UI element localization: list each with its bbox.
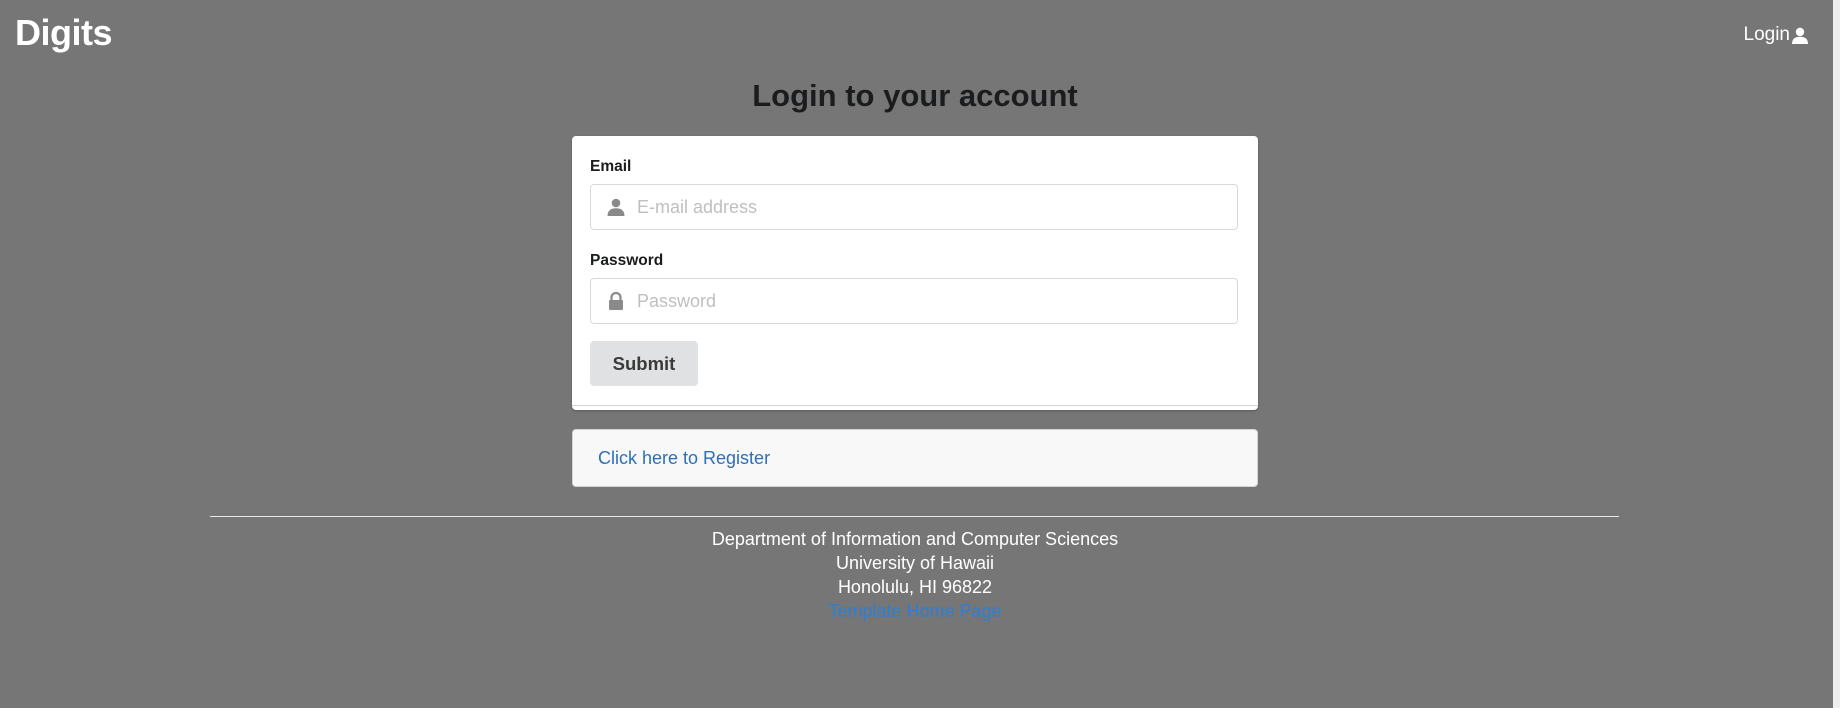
email-field-wrapper <box>590 184 1238 230</box>
login-form-card: Email Password Submit <box>572 136 1258 410</box>
page-title: Login to your account <box>752 78 1078 113</box>
password-field-wrapper <box>590 278 1238 324</box>
password-input[interactable] <box>637 279 1227 323</box>
password-label: Password <box>590 252 664 269</box>
user-icon <box>606 197 626 217</box>
submit-button[interactable]: Submit <box>590 341 698 386</box>
footer: Department of Information and Computer S… <box>0 527 1830 623</box>
footer-address: Honolulu, HI 96822 <box>837 577 993 597</box>
footer-department: Department of Information and Computer S… <box>711 529 1119 549</box>
template-home-link[interactable]: Template Home Page <box>0 599 1830 623</box>
footer-divider <box>210 516 1619 517</box>
footer-university: University of Hawaii <box>835 553 995 573</box>
login-menu-button[interactable]: Login <box>1744 24 1810 46</box>
brand-logo[interactable]: Digits <box>15 12 113 54</box>
user-icon <box>1792 27 1808 44</box>
scrollbar[interactable] <box>1833 0 1840 708</box>
login-label: Login <box>1743 24 1791 45</box>
register-link[interactable]: Click here to Register <box>598 448 770 469</box>
register-message: Click here to Register <box>572 429 1258 487</box>
email-input[interactable] <box>637 185 1227 229</box>
lock-icon <box>606 291 626 311</box>
card-divider <box>572 405 1258 406</box>
email-label: Email <box>590 158 632 175</box>
